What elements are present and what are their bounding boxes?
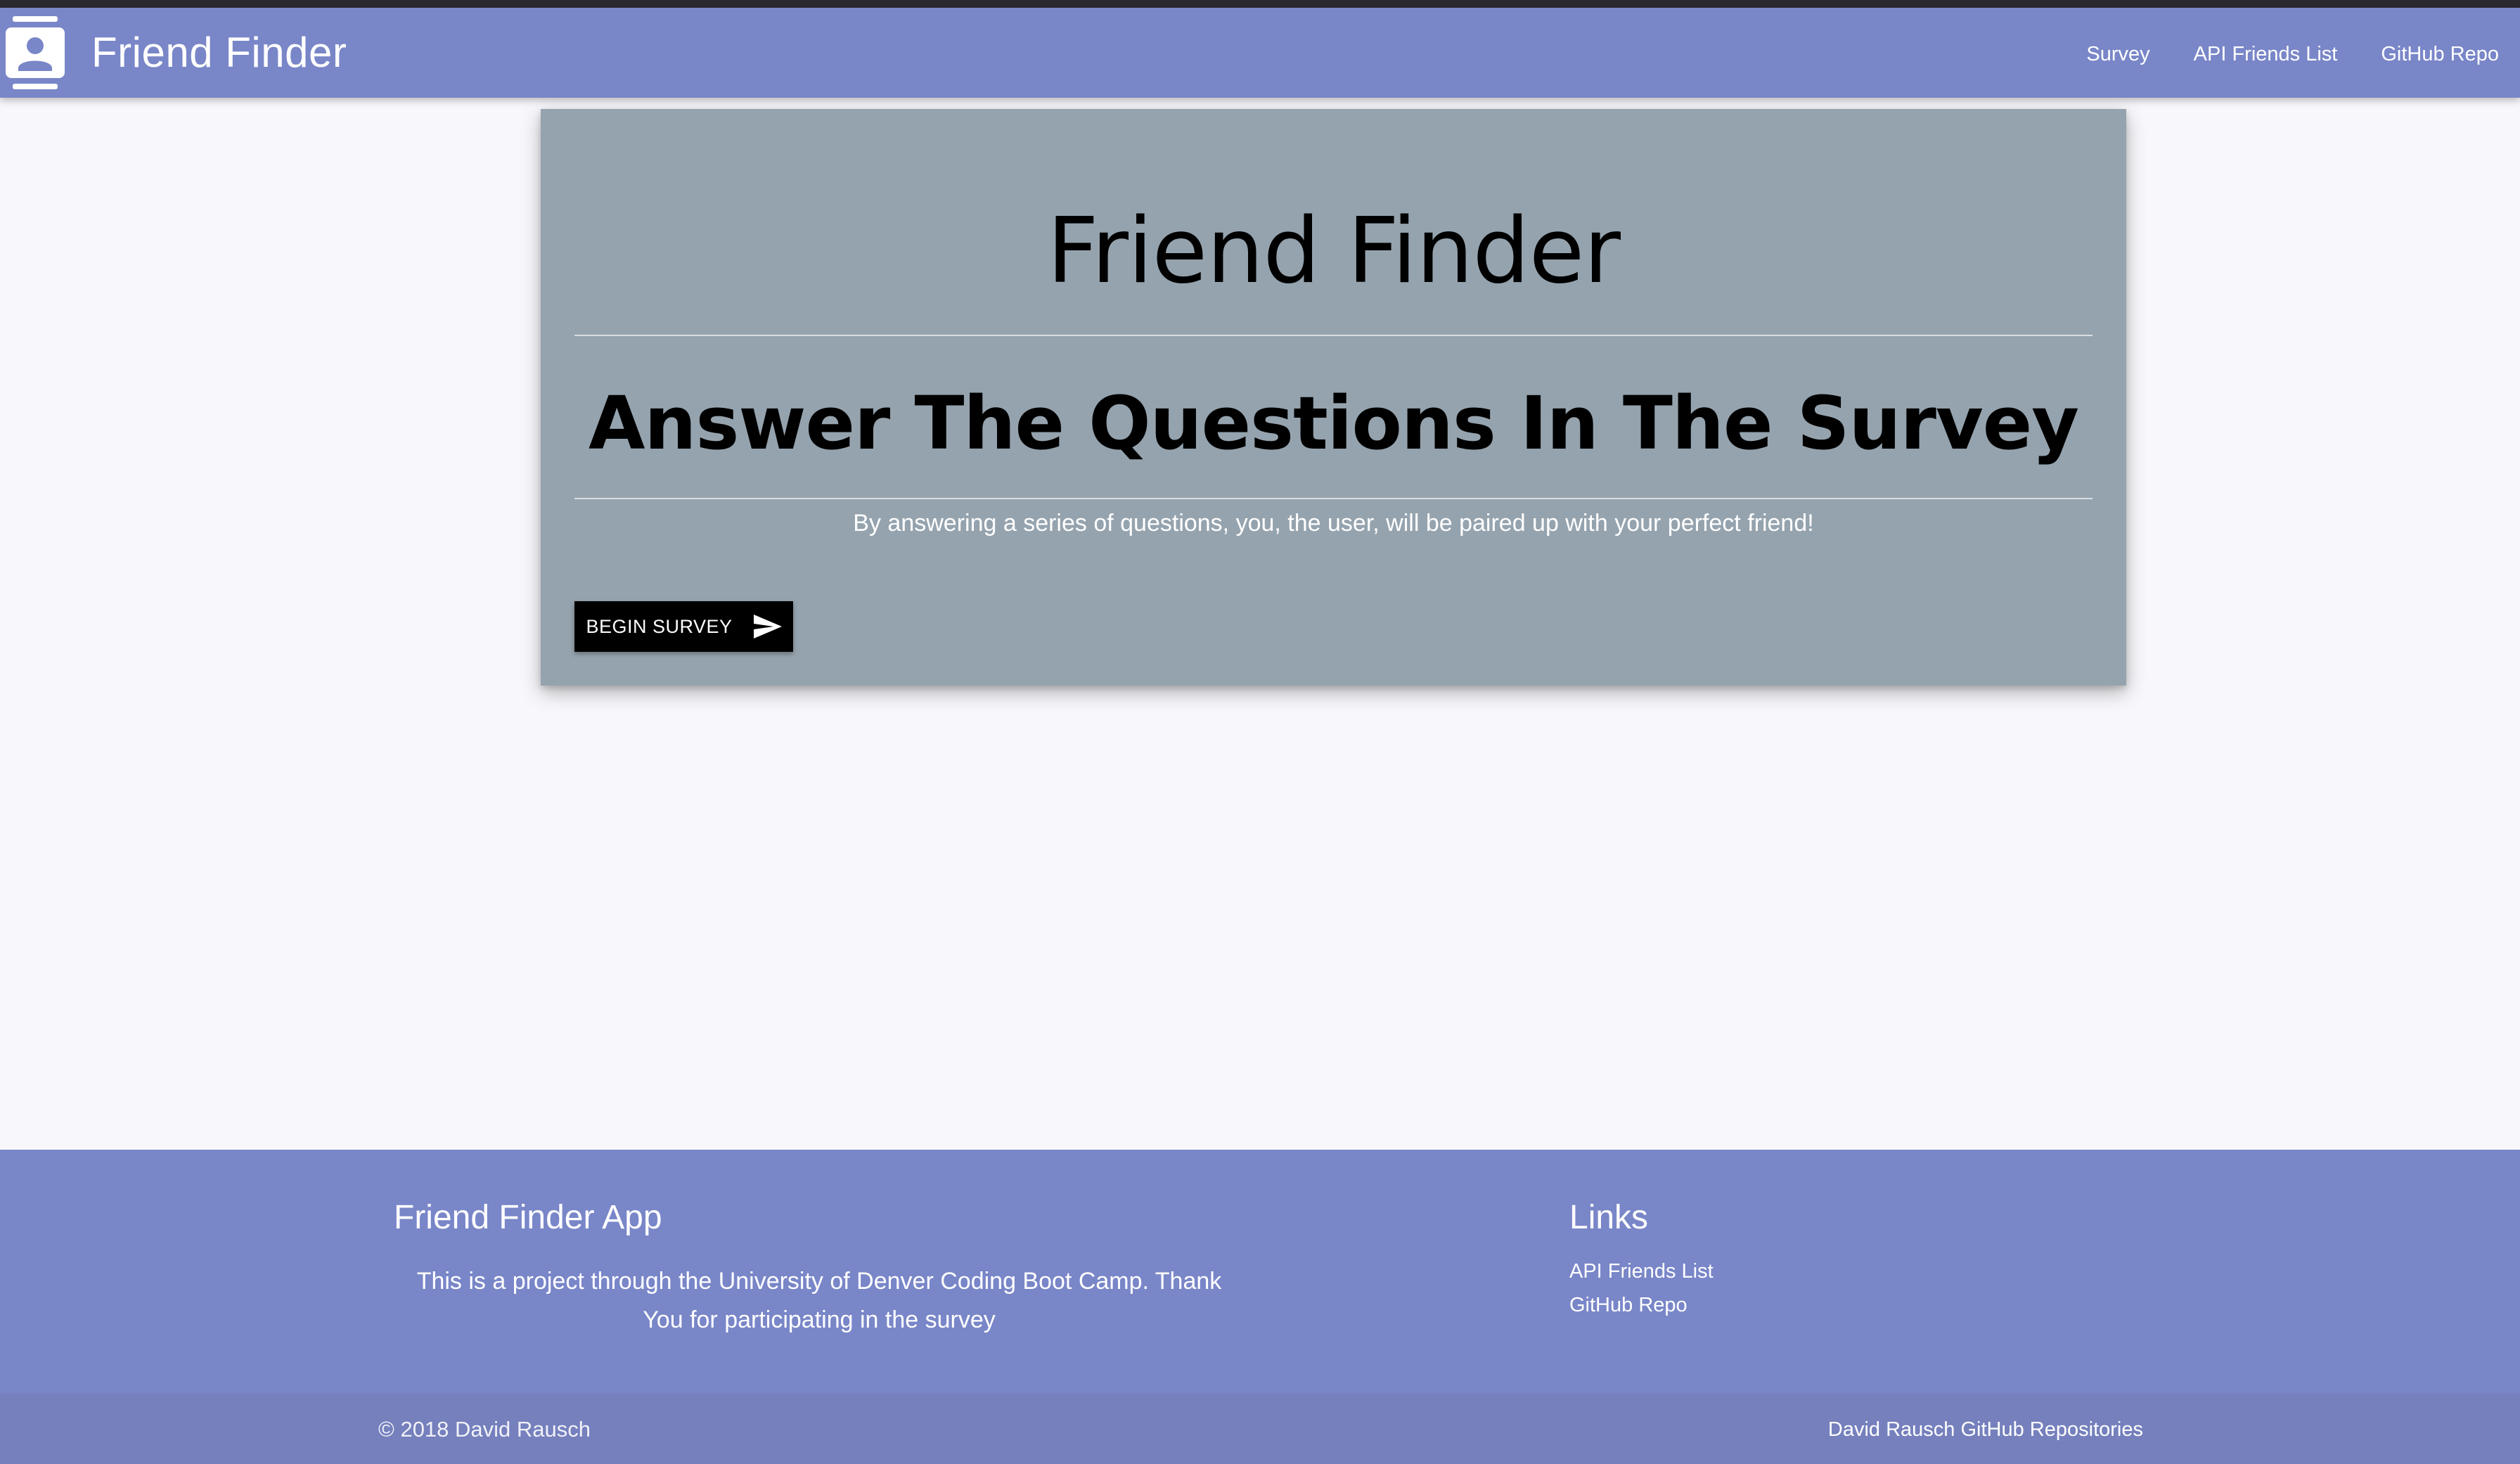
- footer-text: This is a project through the University…: [416, 1268, 1222, 1333]
- copyright-text: © 2018 David Rausch: [378, 1417, 591, 1441]
- footer-about: Friend Finder App This is a project thro…: [394, 1197, 1245, 1340]
- brand-title[interactable]: Friend Finder: [91, 27, 347, 78]
- send-icon: [753, 615, 782, 638]
- jumbotron-card: Friend Finder Answer The Questions In Th…: [541, 109, 2126, 686]
- navbar: Friend Finder Survey API Friends List Gi…: [0, 8, 2520, 98]
- divider: [574, 498, 2092, 499]
- footer-links: API Friends List GitHub Repo: [1569, 1257, 1714, 1320]
- page-title: Friend Finder: [1047, 199, 1621, 304]
- page-description: By answering a series of questions, you,…: [853, 510, 1814, 537]
- page-subtitle: Answer The Questions In The Survey: [588, 380, 2079, 466]
- github-repositories-link[interactable]: David Rausch GitHub Repositories: [1828, 1415, 2143, 1444]
- footer-links-section: Links API Friends List GitHub Repo: [1569, 1197, 1714, 1320]
- contact-card-icon[interactable]: [6, 16, 65, 89]
- footer: Friend Finder App This is a project thro…: [0, 1150, 2520, 1394]
- nav-link-api-friends-list[interactable]: API Friends List: [2194, 40, 2338, 68]
- footer-link-api-friends-list[interactable]: API Friends List: [1569, 1257, 1714, 1286]
- footer-heading: Friend Finder App: [394, 1199, 662, 1236]
- nav-links: Survey API Friends List GitHub Repo: [2086, 40, 2499, 68]
- begin-survey-button[interactable]: BEGIN SURVEY: [574, 601, 793, 652]
- browser-top-edge: [0, 0, 2520, 8]
- footer-link-github-repo[interactable]: GitHub Repo: [1569, 1290, 1714, 1320]
- divider: [574, 335, 2092, 336]
- copyright-bar: © 2018 David Rausch David Rausch GitHub …: [0, 1394, 2520, 1464]
- footer-links-heading: Links: [1569, 1199, 1649, 1236]
- nav-link-survey[interactable]: Survey: [2086, 40, 2149, 68]
- begin-survey-label: BEGIN SURVEY: [586, 615, 733, 637]
- nav-link-github-repo[interactable]: GitHub Repo: [2381, 40, 2499, 68]
